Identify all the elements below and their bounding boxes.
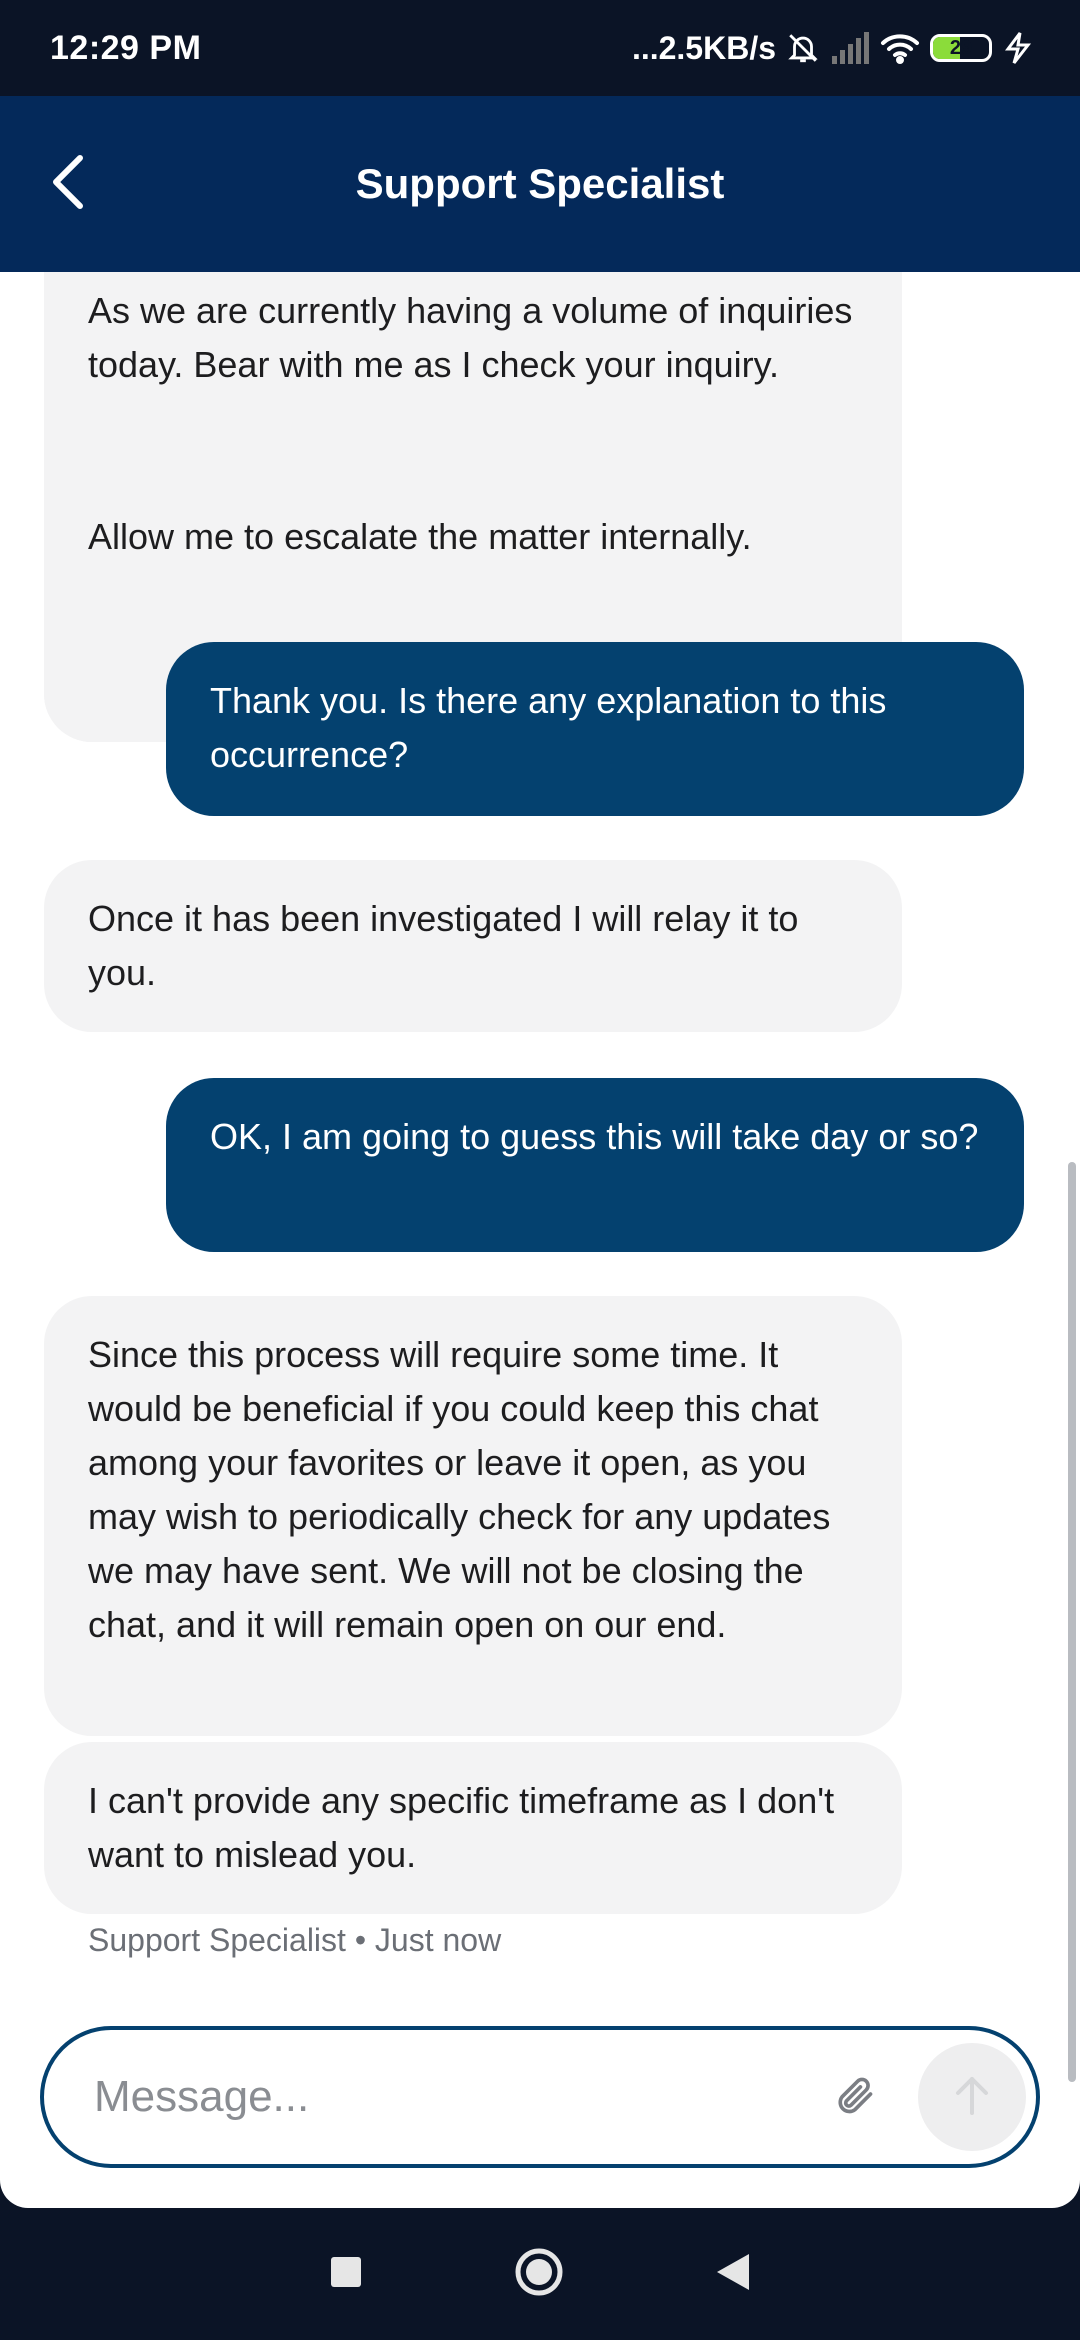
message-text: I can't provide any specific timeframe a… (88, 1780, 835, 1875)
home-button[interactable] (513, 2246, 565, 2303)
message-meta: Support Specialist • Just now (88, 1922, 502, 1958)
paperclip-icon (832, 2073, 876, 2122)
message-composer (40, 2026, 1040, 2168)
system-nav-bar (0, 2208, 1080, 2340)
message-bubble-incoming: Allow me to escalate the matter internal… (44, 478, 850, 596)
signal-icon (830, 32, 870, 64)
message-bubble-incoming: Since this process will require some tim… (44, 1296, 902, 1736)
message-text: Since this process will require some tim… (88, 1334, 831, 1645)
chat-thread[interactable]: As we are currently having a volume of i… (0, 272, 1080, 2208)
message-bubble-outgoing: OK, I am going to guess this will take d… (166, 1078, 1024, 1252)
wifi-icon (880, 32, 920, 64)
charging-icon (1002, 31, 1032, 65)
message-text: Once it has been investigated I will rel… (88, 898, 799, 993)
message-bubble-incoming: Once it has been investigated I will rel… (44, 860, 902, 1032)
app-header: Support Specialist (0, 96, 1080, 272)
network-speed: ...2.5KB/s (631, 29, 776, 66)
battery-icon: 29 (930, 34, 992, 62)
message-text: Allow me to escalate the matter internal… (88, 516, 752, 557)
attach-button[interactable] (824, 2067, 884, 2127)
message-text: OK, I am going to guess this will take d… (210, 1116, 979, 1157)
battery-level: 29 (949, 36, 973, 59)
back-button[interactable] (50, 149, 110, 219)
status-bar: 12:29 PM ...2.5KB/s 29 (0, 0, 1080, 96)
back-nav-button[interactable] (715, 2252, 751, 2297)
message-bubble-incoming: I can't provide any specific timeframe a… (44, 1742, 902, 1914)
message-bubble-outgoing: Thank you. Is there any explanation to t… (166, 642, 1024, 816)
status-time: 12:29 PM (50, 28, 202, 67)
message-text: Thank you. Is there any explanation to t… (210, 680, 887, 775)
chevron-left-icon (50, 154, 86, 215)
arrow-up-icon (952, 2073, 992, 2122)
message-text: As we are currently having a volume of i… (88, 290, 853, 385)
page-title: Support Specialist (355, 160, 725, 207)
message-input[interactable] (92, 2071, 824, 2123)
bell-muted-icon (786, 31, 820, 65)
scrollbar[interactable] (1068, 1162, 1076, 2082)
status-icons: ...2.5KB/s 29 (632, 30, 1032, 67)
recents-button[interactable] (329, 2255, 363, 2294)
send-button[interactable] (918, 2043, 1026, 2151)
